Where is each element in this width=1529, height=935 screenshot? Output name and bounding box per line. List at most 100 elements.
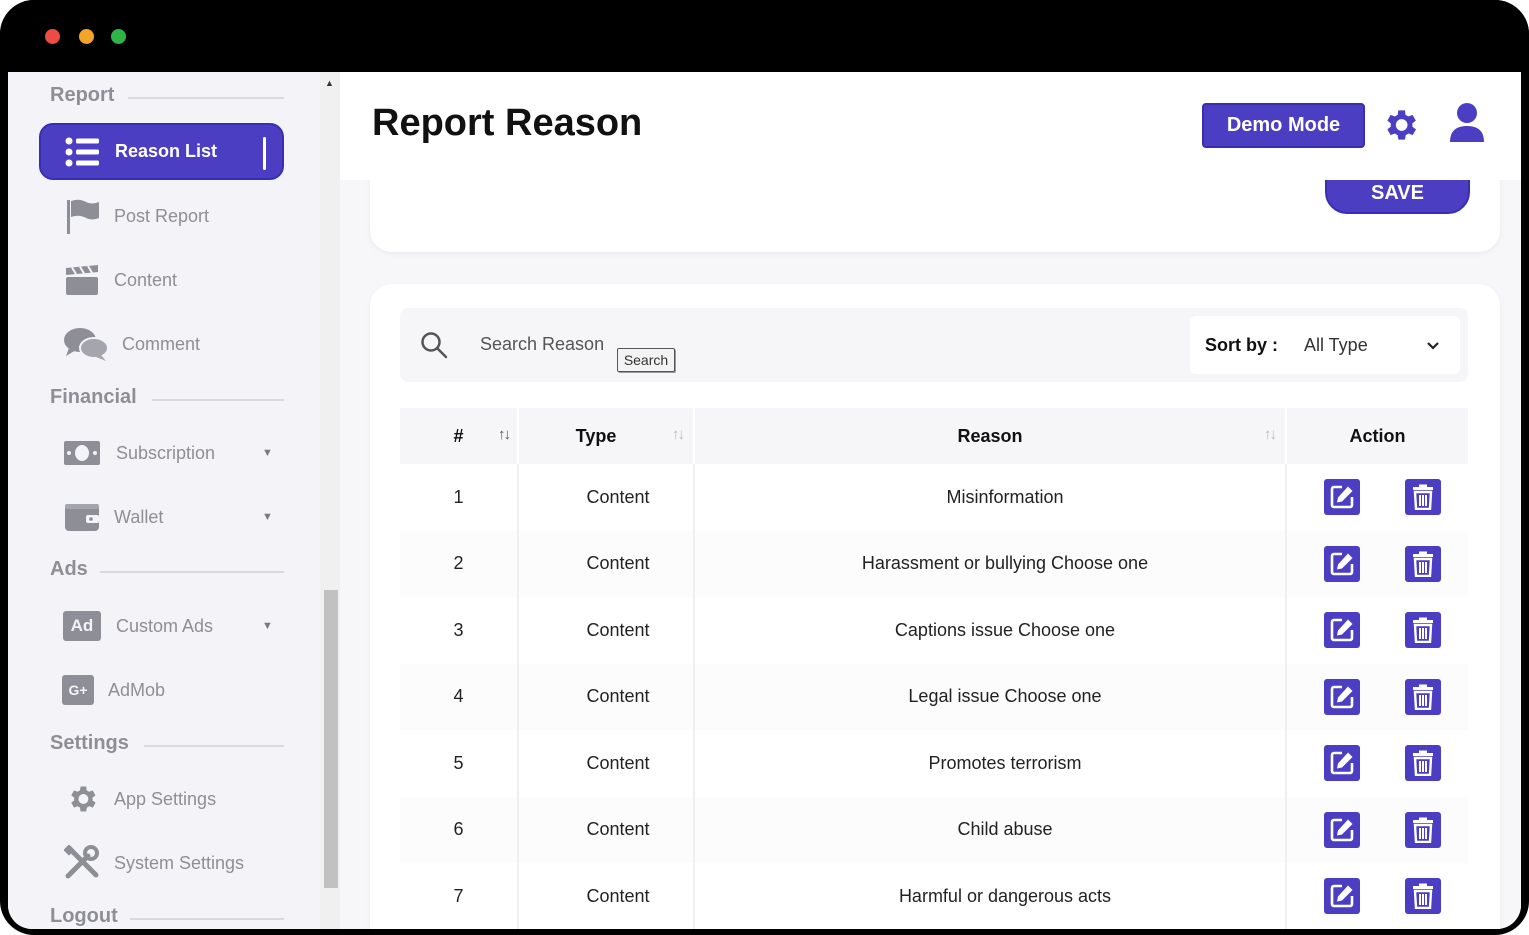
column-header-action: Action bbox=[1286, 408, 1468, 464]
edit-button[interactable] bbox=[1323, 811, 1360, 848]
sidebar-scrollbar-thumb[interactable] bbox=[324, 590, 338, 888]
edit-button[interactable] bbox=[1323, 545, 1360, 582]
row-number: 6 bbox=[400, 796, 519, 863]
sidebar: Report Reason List Post Report Content C… bbox=[8, 72, 320, 929]
row-number: 1 bbox=[400, 464, 519, 531]
trash-icon bbox=[1413, 817, 1433, 843]
sidebar-item-system-settings[interactable]: System Settings bbox=[62, 843, 244, 883]
delete-button[interactable] bbox=[1405, 678, 1441, 715]
reason-table: # ↑↓ Type ↑↓ Reason ↑↓ Action 1 Content … bbox=[400, 408, 1468, 929]
sort-arrows-icon: ↑↓ bbox=[1264, 426, 1277, 443]
edit-icon bbox=[1330, 884, 1354, 908]
trash-icon bbox=[1413, 617, 1433, 644]
sort-arrows-icon: ↑↓ bbox=[498, 426, 511, 443]
flag-icon bbox=[62, 199, 102, 234]
sidebar-item-custom-ads[interactable]: Ad Custom Ads ▼ bbox=[62, 606, 273, 646]
sidebar-item-comment[interactable]: Comment bbox=[62, 324, 200, 364]
comments-icon bbox=[62, 327, 110, 361]
delete-button[interactable] bbox=[1405, 479, 1441, 516]
sidebar-item-logout[interactable]: Logout bbox=[50, 905, 118, 928]
edit-icon bbox=[1330, 751, 1354, 775]
sidebar-item-label: Wallet bbox=[114, 506, 164, 527]
settings-gear-icon[interactable] bbox=[1380, 105, 1420, 150]
edit-button[interactable] bbox=[1323, 678, 1360, 715]
column-header-type[interactable]: Type ↑↓ bbox=[518, 408, 695, 464]
row-number: 4 bbox=[400, 663, 519, 730]
title-bar bbox=[0, 0, 1529, 72]
sidebar-item-reason-list[interactable]: Reason List bbox=[39, 123, 284, 180]
caret-down-icon: ▼ bbox=[262, 511, 273, 523]
gear-icon bbox=[62, 782, 102, 816]
sidebar-item-label: Content bbox=[114, 269, 178, 290]
money-bill-icon bbox=[62, 436, 102, 470]
edit-icon bbox=[1330, 552, 1354, 576]
edit-icon bbox=[1330, 618, 1354, 642]
search-icon bbox=[420, 331, 448, 364]
row-type: Content bbox=[518, 796, 695, 863]
trash-icon bbox=[1413, 883, 1433, 910]
row-number: 3 bbox=[400, 597, 519, 664]
edit-icon bbox=[1330, 818, 1354, 842]
row-type: Content bbox=[518, 597, 695, 664]
edit-icon bbox=[1330, 485, 1354, 509]
scroll-up-arrow-icon[interactable]: ▲ bbox=[325, 78, 334, 88]
sidebar-item-content[interactable]: Content bbox=[62, 260, 177, 300]
minimize-window-button[interactable] bbox=[79, 29, 94, 44]
table-row: 1 Content Misinformation bbox=[400, 464, 1468, 531]
sidebar-item-wallet[interactable]: Wallet ▼ bbox=[62, 497, 273, 537]
row-reason: Child abuse bbox=[694, 796, 1287, 863]
edit-button[interactable] bbox=[1323, 612, 1360, 649]
table-body: 1 Content Misinformation 2 Content Haras… bbox=[400, 464, 1468, 929]
row-actions bbox=[1286, 597, 1468, 664]
sidebar-item-subscription[interactable]: Subscription ▼ bbox=[62, 433, 273, 473]
delete-button[interactable] bbox=[1405, 745, 1441, 782]
sort-dropdown[interactable]: Sort by : All Type bbox=[1190, 316, 1460, 374]
sidebar-item-post-report[interactable]: Post Report bbox=[62, 196, 209, 236]
chevron-down-icon bbox=[1426, 338, 1440, 356]
row-number: 5 bbox=[400, 730, 519, 797]
delete-button[interactable] bbox=[1405, 545, 1441, 582]
row-type: Content bbox=[518, 663, 695, 730]
sidebar-item-admob[interactable]: G+ AdMob bbox=[62, 670, 165, 710]
sort-arrows-icon: ↑↓ bbox=[672, 426, 685, 443]
delete-button[interactable] bbox=[1405, 811, 1441, 848]
trash-icon bbox=[1413, 750, 1433, 777]
trash-icon bbox=[1413, 484, 1433, 511]
row-type: Content bbox=[518, 464, 695, 531]
section-divider bbox=[130, 918, 284, 920]
row-type: Content bbox=[518, 730, 695, 797]
user-profile-icon[interactable] bbox=[1448, 102, 1486, 149]
edit-button[interactable] bbox=[1323, 745, 1360, 782]
column-header-number[interactable]: # ↑↓ bbox=[400, 408, 519, 464]
search-button[interactable]: Search bbox=[617, 348, 675, 372]
section-title-report: Report bbox=[50, 84, 115, 106]
table-row: 4 Content Legal issue Choose one bbox=[400, 663, 1468, 730]
row-number: 2 bbox=[400, 530, 519, 597]
edit-button[interactable] bbox=[1323, 878, 1360, 915]
reason-list-card: Search Sort by : All Type bbox=[370, 284, 1500, 929]
sidebar-item-label: App Settings bbox=[114, 788, 217, 809]
search-input[interactable] bbox=[480, 330, 620, 358]
row-type: Content bbox=[518, 863, 695, 929]
row-actions bbox=[1286, 464, 1468, 531]
column-header-reason[interactable]: Reason ↑↓ bbox=[694, 408, 1287, 464]
delete-button[interactable] bbox=[1405, 878, 1441, 915]
edit-button[interactable] bbox=[1323, 479, 1360, 516]
app-screen: Report Reason List Post Report Content C… bbox=[8, 72, 1521, 929]
row-reason: Captions issue Choose one bbox=[694, 597, 1287, 664]
maximize-window-button[interactable] bbox=[111, 29, 126, 44]
row-actions bbox=[1286, 663, 1468, 730]
sidebar-item-app-settings[interactable]: App Settings bbox=[62, 779, 216, 819]
demo-mode-button[interactable]: Demo Mode bbox=[1202, 103, 1365, 148]
main-content: SAVE Report Reason Demo Mode Search Reas… bbox=[340, 72, 1521, 929]
wallet-icon bbox=[62, 500, 102, 534]
row-reason: Promotes terrorism bbox=[694, 730, 1287, 797]
close-window-button[interactable] bbox=[45, 29, 60, 44]
row-reason: Misinformation bbox=[694, 464, 1287, 531]
trash-icon bbox=[1413, 551, 1433, 577]
caret-down-icon: ▼ bbox=[262, 447, 273, 459]
trash-icon bbox=[1413, 684, 1433, 710]
sidebar-item-label: Reason List bbox=[115, 141, 218, 161]
caret-down-icon: ▼ bbox=[262, 620, 273, 632]
delete-button[interactable] bbox=[1405, 612, 1441, 649]
